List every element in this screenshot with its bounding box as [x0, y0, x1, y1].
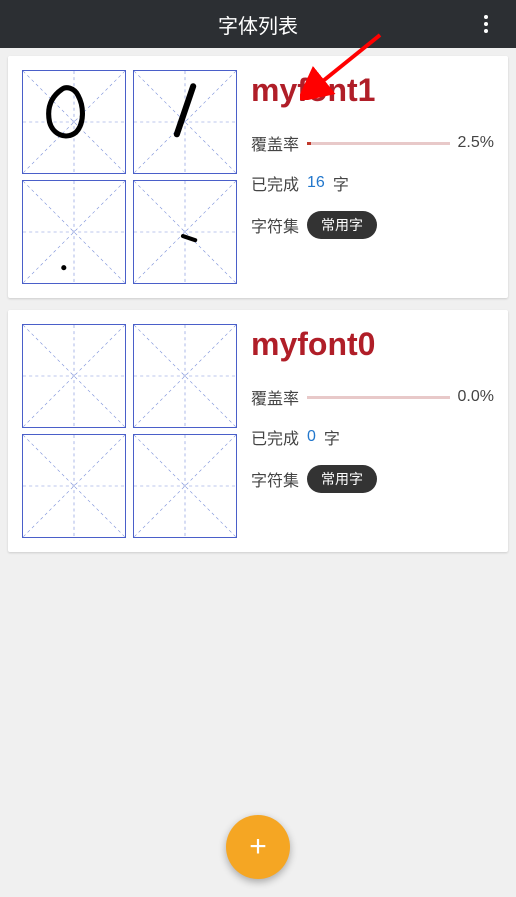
preview-cell [22, 324, 126, 428]
font-info: myfont0 覆盖率 0.0% 已完成 0 字 字符集 常用字 [251, 324, 494, 538]
app-header: 字体列表 [0, 0, 516, 48]
completed-label: 已完成 [251, 171, 299, 195]
preview-grid [22, 70, 237, 284]
kebab-icon [484, 15, 488, 33]
preview-cell [133, 324, 237, 428]
preview-cell [22, 434, 126, 538]
page-title: 字体列表 [218, 10, 298, 39]
completed-row: 已完成 16 字 [251, 171, 494, 195]
preview-grid [22, 324, 237, 538]
coverage-bar [307, 142, 450, 145]
charset-row: 字符集 常用字 [251, 465, 494, 493]
completed-count: 0 [307, 428, 316, 446]
preview-cell [133, 70, 237, 174]
font-card[interactable]: myfont1 覆盖率 2.5% 已完成 16 字 字符集 常用字 [8, 56, 508, 298]
preview-cell [133, 180, 237, 284]
completed-count: 16 [307, 174, 325, 192]
font-list: myfont1 覆盖率 2.5% 已完成 16 字 字符集 常用字 [0, 48, 516, 572]
preview-cell [22, 180, 126, 284]
coverage-value: 0.0% [458, 388, 494, 406]
completed-label: 已完成 [251, 425, 299, 449]
preview-cell [133, 434, 237, 538]
charset-badge: 常用字 [307, 211, 377, 239]
completed-row: 已完成 0 字 [251, 425, 494, 449]
coverage-bar [307, 396, 450, 399]
charset-label: 字符集 [251, 467, 299, 491]
completed-unit: 字 [324, 425, 340, 449]
completed-unit: 字 [333, 171, 349, 195]
coverage-value: 2.5% [458, 134, 494, 152]
charset-badge: 常用字 [307, 465, 377, 493]
font-name: myfont1 [251, 72, 494, 109]
charset-row: 字符集 常用字 [251, 211, 494, 239]
font-card[interactable]: myfont0 覆盖率 0.0% 已完成 0 字 字符集 常用字 [8, 310, 508, 552]
coverage-row: 覆盖率 0.0% [251, 385, 494, 409]
coverage-label: 覆盖率 [251, 131, 299, 155]
font-info: myfont1 覆盖率 2.5% 已完成 16 字 字符集 常用字 [251, 70, 494, 284]
charset-label: 字符集 [251, 213, 299, 237]
plus-icon: + [249, 830, 267, 864]
coverage-label: 覆盖率 [251, 385, 299, 409]
font-name: myfont0 [251, 326, 494, 363]
preview-cell [22, 70, 126, 174]
overflow-menu-button[interactable] [466, 0, 506, 48]
coverage-row: 覆盖率 2.5% [251, 131, 494, 155]
add-font-button[interactable]: + [226, 815, 290, 879]
